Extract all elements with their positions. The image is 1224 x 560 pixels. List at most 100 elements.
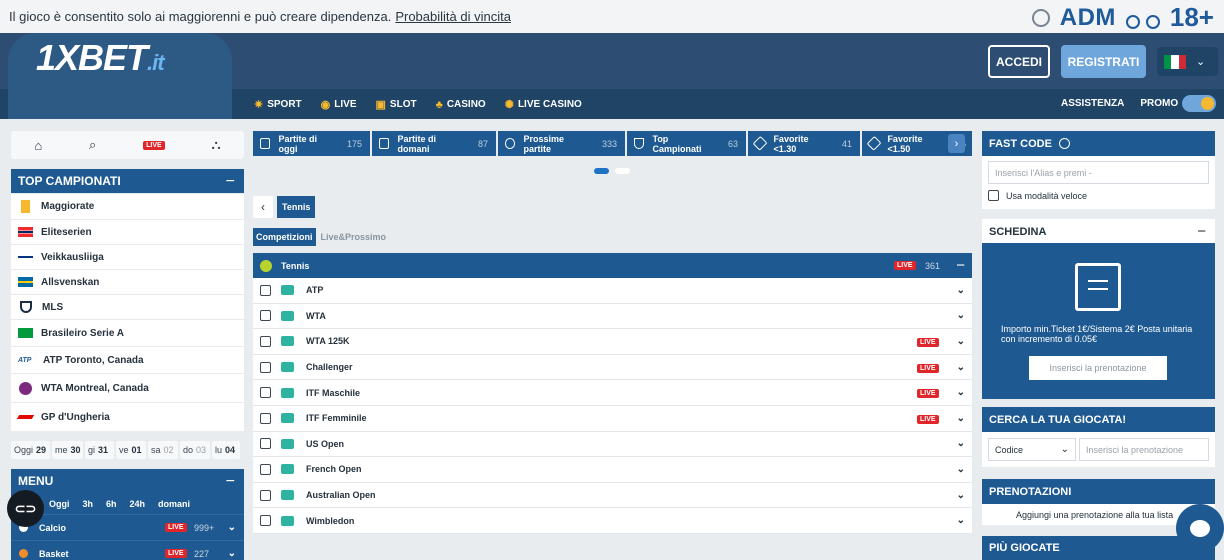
champ-item[interactable]: Brasileiro Serie A [11,320,244,347]
code-type-select[interactable]: Codice ⌄ [988,438,1076,461]
filter-tomorrow[interactable]: Partite di domani 87 [372,131,496,156]
nav-sport[interactable]: ✷ SPORT [254,98,302,111]
day-item[interactable]: do 03 [180,441,210,459]
collapse-icon[interactable]: − [226,473,235,491]
league-checkbox[interactable] [260,335,271,347]
stats-icon[interactable]: ⛬ [211,137,220,153]
filters-scroll-right-button[interactable]: › [948,134,965,153]
slot-machine-icon: ▣ [375,99,386,111]
league-row[interactable]: Wimbledon ⌄ [253,508,972,534]
league-checkbox[interactable] [260,515,271,527]
time-filter-6h[interactable]: 6h [106,499,117,509]
time-filter-tomorrow[interactable]: domani [158,499,190,509]
carousel-dot[interactable] [615,168,630,174]
nav-support[interactable]: ASSISTENZA [1061,98,1124,109]
basketball-icon [19,549,28,558]
time-filter-today[interactable]: Oggi [49,499,70,509]
breadcrumb-tennis[interactable]: Tennis [277,196,316,218]
nav-casino[interactable]: ♣ CASINO [436,98,486,111]
carousel-dot-active[interactable] [594,168,609,174]
champ-item[interactable]: WTA Montreal, Canada [11,374,244,403]
champ-item[interactable]: Allsvenskan [11,270,244,295]
nav-live[interactable]: ◉ LIVE [321,98,357,111]
league-checkbox[interactable] [260,310,271,322]
league-checkbox[interactable] [260,361,271,373]
tab-live-upcoming[interactable]: Live&Prossimo [318,228,390,246]
champ-item[interactable]: ATP ATP Toronto, Canada [11,347,244,374]
league-row[interactable]: ATP ⌄ [253,278,972,304]
collapse-icon[interactable]: − [1197,223,1206,240]
betslip-booking-input[interactable]: Inserisci la prenotazione [1029,356,1167,380]
league-row[interactable]: WTA 125K LIVE ⌄ [253,329,972,355]
tab-competitions[interactable]: Competizioni [253,228,316,246]
filter-label: Prossime partite [523,133,565,154]
search-icon[interactable]: ⌕ [89,137,96,153]
filter-favorite-130[interactable]: Favorite <1.30 41 [748,131,860,156]
logo-tld-text: .it [147,50,165,75]
filter-top-champs[interactable]: Top Campionati 63 [627,131,746,156]
sport-row-calcio[interactable]: Calcio LIVE 999+ ⌄ [11,514,244,540]
time-filter-24h[interactable]: 24h [130,499,146,509]
champ-item[interactable]: MLS [11,295,244,320]
menu-header[interactable]: MENU − [11,469,244,493]
league-checkbox[interactable] [260,489,271,501]
sport-name: Calcio [39,522,67,533]
live-shortcut[interactable]: LIVE [143,140,165,150]
accessibility-button[interactable]: ⊂⊃ [7,490,44,527]
league-row[interactable]: US Open ⌄ [253,432,972,458]
filter-today[interactable]: Partite di oggi 175 [253,131,370,156]
chevron-down-icon: ⌄ [956,489,965,501]
league-name: WTA [306,310,326,321]
fast-code-input[interactable]: Inserisci l'Alias e premi - [988,161,1209,184]
league-checkbox[interactable] [260,284,271,296]
league-row[interactable]: ITF Femminile LIVE ⌄ [253,406,972,432]
day-item[interactable]: me 30 [52,441,83,459]
league-checkbox[interactable] [260,412,271,424]
register-button[interactable]: REGISTRATI [1061,45,1146,78]
league-name: ITF Femminile [306,413,367,424]
nav-live-casino[interactable]: ✺ LIVE CASINO [505,98,582,111]
login-button[interactable]: ACCEDI [988,45,1050,78]
time-filter-3h[interactable]: 3h [83,499,94,509]
champ-item[interactable]: Veikkausliiga [11,245,244,270]
back-button[interactable]: ‹ [253,196,273,218]
league-row[interactable]: ITF Maschile LIVE ⌄ [253,380,972,406]
top-champs-header[interactable]: TOP CAMPIONATI − [11,169,244,193]
day-item[interactable]: lu 04 [212,441,240,459]
day-item[interactable]: ve 01 [116,441,146,459]
filter-label: Partite di oggi [278,133,317,154]
champ-item[interactable]: Eliteserien [11,220,244,245]
day-item[interactable]: sa 02 [148,441,178,459]
collapse-icon[interactable]: − [956,257,965,274]
language-selector[interactable]: ⌄ [1157,47,1218,76]
league-checkbox[interactable] [260,387,271,399]
fast-mode-option[interactable]: Usa modalità veloce [988,190,1087,201]
champ-item[interactable]: Maggiorate [11,194,244,220]
champ-item[interactable]: GP d'Ungheria [11,403,244,431]
league-row[interactable]: French Open ⌄ [253,457,972,483]
sport-row-basket[interactable]: Basket LIVE 227 ⌄ [11,540,244,560]
league-checkbox[interactable] [260,438,271,450]
filter-upcoming[interactable]: Prossime partite 333 [498,131,625,156]
day-today[interactable]: Oggi 29 [11,441,50,459]
live-chat-button[interactable] [1176,504,1224,552]
sport-header-tennis[interactable]: Tennis LIVE 361 − [253,253,972,278]
site-logo[interactable]: 1XBET.it [36,37,165,79]
collapse-icon[interactable]: − [226,173,235,191]
live-badge: LIVE [165,523,187,532]
fast-mode-checkbox[interactable] [988,190,999,201]
booking-search-input[interactable]: Inserisci la prenotazione [1079,438,1209,461]
league-row[interactable]: Challenger LIVE ⌄ [253,355,972,381]
day-item[interactable]: gi 31 [85,441,114,459]
odds-probability-link[interactable]: Probabilità di vincita [395,9,511,24]
nav-slot[interactable]: ▣ SLOT [376,98,417,111]
league-row[interactable]: WTA ⌄ [253,304,972,330]
league-row[interactable]: Australian Open ⌄ [253,483,972,509]
nav-promo[interactable]: PROMO [1140,98,1178,109]
league-icon [281,310,294,321]
betslip-header[interactable]: SCHEDINA − [982,219,1215,244]
home-icon[interactable]: ⌂ [34,138,42,153]
league-checkbox[interactable] [260,463,271,475]
info-icon[interactable] [1058,138,1070,149]
theme-toggle[interactable] [1182,95,1216,112]
